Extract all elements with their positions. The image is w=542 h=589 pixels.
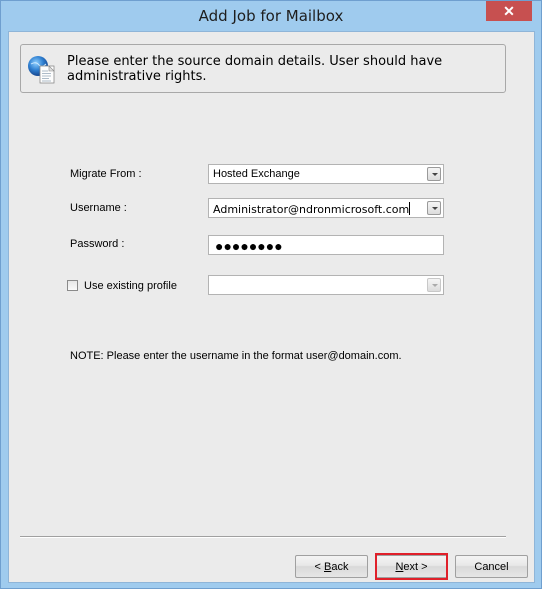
info-banner: Please enter the source domain details. … xyxy=(20,44,506,93)
use-existing-profile-label[interactable]: Use existing profile xyxy=(84,280,177,292)
migrate-from-label: Migrate From : xyxy=(70,168,142,180)
info-message: Please enter the source domain details. … xyxy=(67,54,443,84)
password-mask: ●●●●●●●● xyxy=(215,238,283,254)
close-button[interactable]: ✕ xyxy=(486,1,532,21)
chevron-down-icon[interactable] xyxy=(427,278,441,292)
globe-document-icon xyxy=(28,56,55,84)
password-field[interactable]: ●●●●●●●● xyxy=(208,235,444,255)
dialog-body: Please enter the source domain details. … xyxy=(8,31,535,583)
migrate-from-value: Hosted Exchange xyxy=(213,168,300,180)
footer-divider xyxy=(20,536,506,538)
username-label: Username : xyxy=(70,202,127,214)
password-label: Password : xyxy=(70,238,125,250)
back-button[interactable]: < Back xyxy=(295,555,368,578)
use-existing-profile-checkbox[interactable] xyxy=(67,280,78,291)
format-note: NOTE: Please enter the username in the f… xyxy=(70,350,402,362)
close-icon: ✕ xyxy=(503,3,515,19)
migrate-from-dropdown[interactable]: Hosted Exchange xyxy=(208,164,444,184)
username-value: Administrator@ndronmicrosoft.com xyxy=(213,203,410,216)
chevron-down-icon[interactable] xyxy=(427,167,441,181)
dialog-window: Add Job for Mailbox ✕ Please enter the s… xyxy=(0,0,542,589)
text-caret xyxy=(409,202,411,215)
chevron-down-icon[interactable] xyxy=(427,201,441,215)
username-combobox[interactable]: Administrator@ndronmicrosoft.com xyxy=(208,198,444,218)
title-bar[interactable]: Add Job for Mailbox ✕ xyxy=(1,1,541,31)
profile-dropdown[interactable] xyxy=(208,275,444,295)
next-button[interactable]: Next > xyxy=(375,555,448,578)
cancel-button[interactable]: Cancel xyxy=(455,555,528,578)
window-title: Add Job for Mailbox xyxy=(198,7,344,25)
